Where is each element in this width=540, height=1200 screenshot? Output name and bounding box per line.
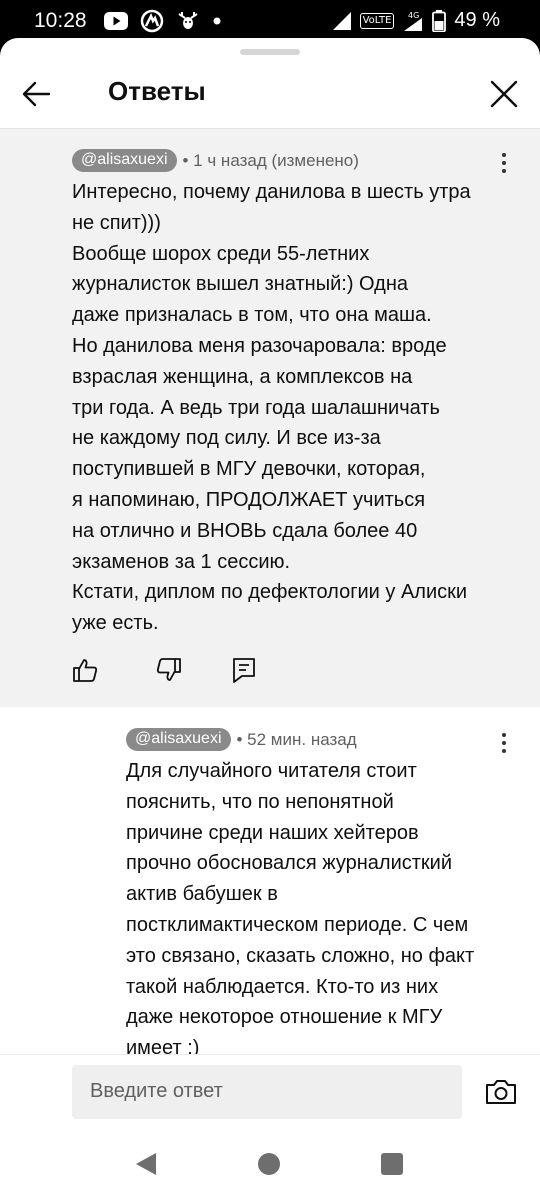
- comment-line: пояснить, что по непонятной: [126, 790, 394, 813]
- status-indicators: VoLTE 4G 49 %: [332, 9, 500, 32]
- close-button[interactable]: [484, 74, 524, 114]
- close-icon: [490, 80, 518, 108]
- comment-line: взраслая женщина, а комплексов на: [72, 365, 413, 388]
- comment-line: прочно обосновался журналисткий: [126, 852, 452, 875]
- nav-back-icon[interactable]: [134, 1151, 158, 1177]
- thumbs-down-icon: [156, 658, 181, 681]
- more-options-button[interactable]: [490, 143, 518, 183]
- comment-line: на отлично и ВНОВЬ сдала более 40: [72, 519, 418, 542]
- comment-line: это связано, сказать сложно, но факт: [126, 944, 475, 967]
- comment-line: Вообще шорох среди 55-летних: [72, 242, 370, 265]
- deer-icon: [178, 12, 198, 29]
- drag-handle[interactable]: [240, 49, 300, 55]
- comment-time: • 1 ч назад (изменено): [182, 150, 359, 170]
- comment-line: Но данилова меня разочаровала: вроде: [72, 334, 447, 357]
- comment-line: уже есть.: [72, 612, 159, 635]
- page-title: Ответы: [108, 76, 206, 106]
- comment-line: три года. А ведь три года шалашничать: [72, 396, 440, 419]
- nav-recents-button[interactable]: [381, 1153, 403, 1175]
- nav-home-button[interactable]: [258, 1153, 280, 1175]
- author-chip[interactable]: @alisaxuexi: [126, 728, 231, 751]
- replies-sheet: Ответы @alisaxuexi • 1 ч назад (изменено…: [0, 38, 540, 1126]
- arrow-left-icon: [22, 81, 51, 107]
- comment-text: Для случайного читателя стоит пояснить, …: [126, 756, 474, 1064]
- author-chip[interactable]: @alisaxuexi: [72, 149, 177, 172]
- comment-line: не спит))): [72, 211, 161, 234]
- reply-comment: @alisaxuexi • 52 мин. назад Для случайно…: [0, 716, 540, 1059]
- comment-meta: @alisaxuexi • 1 ч назад (изменено): [72, 149, 359, 172]
- comment-line: актив бабушек в: [126, 883, 278, 906]
- signal-icon: [332, 11, 351, 30]
- comment-line: Для случайного читателя стоит: [126, 760, 417, 782]
- comment-line: не каждому под силу. И все из-за: [72, 427, 381, 450]
- comment-line: такой наблюдается. Кто-то из них: [126, 975, 439, 998]
- youtube-icon: [104, 12, 128, 30]
- reply-button[interactable]: [229, 655, 259, 685]
- dislike-button[interactable]: [154, 655, 184, 685]
- comment-time: • 52 мин. назад: [236, 729, 357, 749]
- camera-button[interactable]: [484, 1075, 518, 1109]
- comment-text: Интересно, почему данилова в шесть утра …: [72, 177, 471, 639]
- comment-meta: @alisaxuexi • 52 мин. назад: [126, 728, 357, 751]
- notification-icons: [104, 9, 222, 33]
- back-button[interactable]: [18, 74, 58, 114]
- comment-line: Кстати, диплом по дефектологии у Алиски: [72, 581, 468, 604]
- thumbs-up-icon: [73, 659, 98, 682]
- comment-line: журналисток вышел знатный:) Одна: [72, 273, 408, 296]
- comment-line: экзаменов за 1 сессию.: [72, 550, 291, 573]
- header: Ответы: [0, 58, 540, 128]
- comment-line: причине среди наших хейтеров: [126, 821, 419, 844]
- comment-line: Интересно, почему данилова в шесть утра: [72, 181, 471, 203]
- reply-bar: Введите ответ: [0, 1054, 540, 1126]
- comment-icon: [233, 658, 255, 683]
- camera-icon: [486, 1080, 516, 1104]
- dot-icon: [213, 17, 221, 25]
- more-options-button[interactable]: [490, 723, 518, 763]
- volte-badge: VoLTE: [359, 12, 395, 29]
- comment-line: поступившей в МГУ девочки, которая,: [72, 458, 426, 481]
- comment-line: даже некоторое отношение к МГУ: [126, 1006, 443, 1029]
- reply-input[interactable]: Введите ответ: [72, 1065, 462, 1119]
- app-notification-icon: [140, 9, 164, 33]
- system-navigation-bar: [0, 1126, 540, 1200]
- svg-text:4G: 4G: [408, 11, 419, 20]
- battery-percent: 49 %: [454, 9, 500, 31]
- battery-icon: [432, 9, 447, 32]
- status-time: 10:28: [34, 9, 87, 32]
- comment-line: постклимактическом периоде. С чем: [126, 913, 469, 936]
- status-bar: 10:28 VoLTE 4G 49 %: [0, 0, 540, 42]
- parent-comment: @alisaxuexi • 1 ч назад (изменено) Интер…: [0, 129, 540, 707]
- like-button[interactable]: [70, 655, 100, 685]
- mobile-data-icon: 4G: [404, 11, 423, 31]
- comment-line: я напоминаю, ПРОДОЛЖАЕТ учиться: [72, 488, 426, 511]
- comment-line: даже призналась в том, что она маша.: [72, 304, 432, 327]
